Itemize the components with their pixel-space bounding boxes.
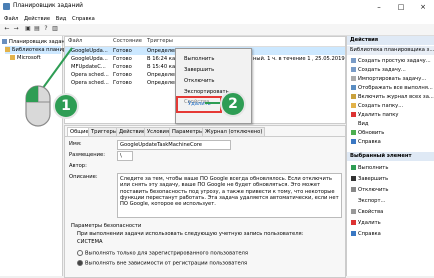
step-badge-2: 2 (220, 91, 246, 117)
overlay (25, 47, 228, 127)
mouse-icon (25, 85, 51, 127)
pointer-line-1 (39, 47, 73, 93)
step-badge-1: 1 (53, 93, 79, 119)
